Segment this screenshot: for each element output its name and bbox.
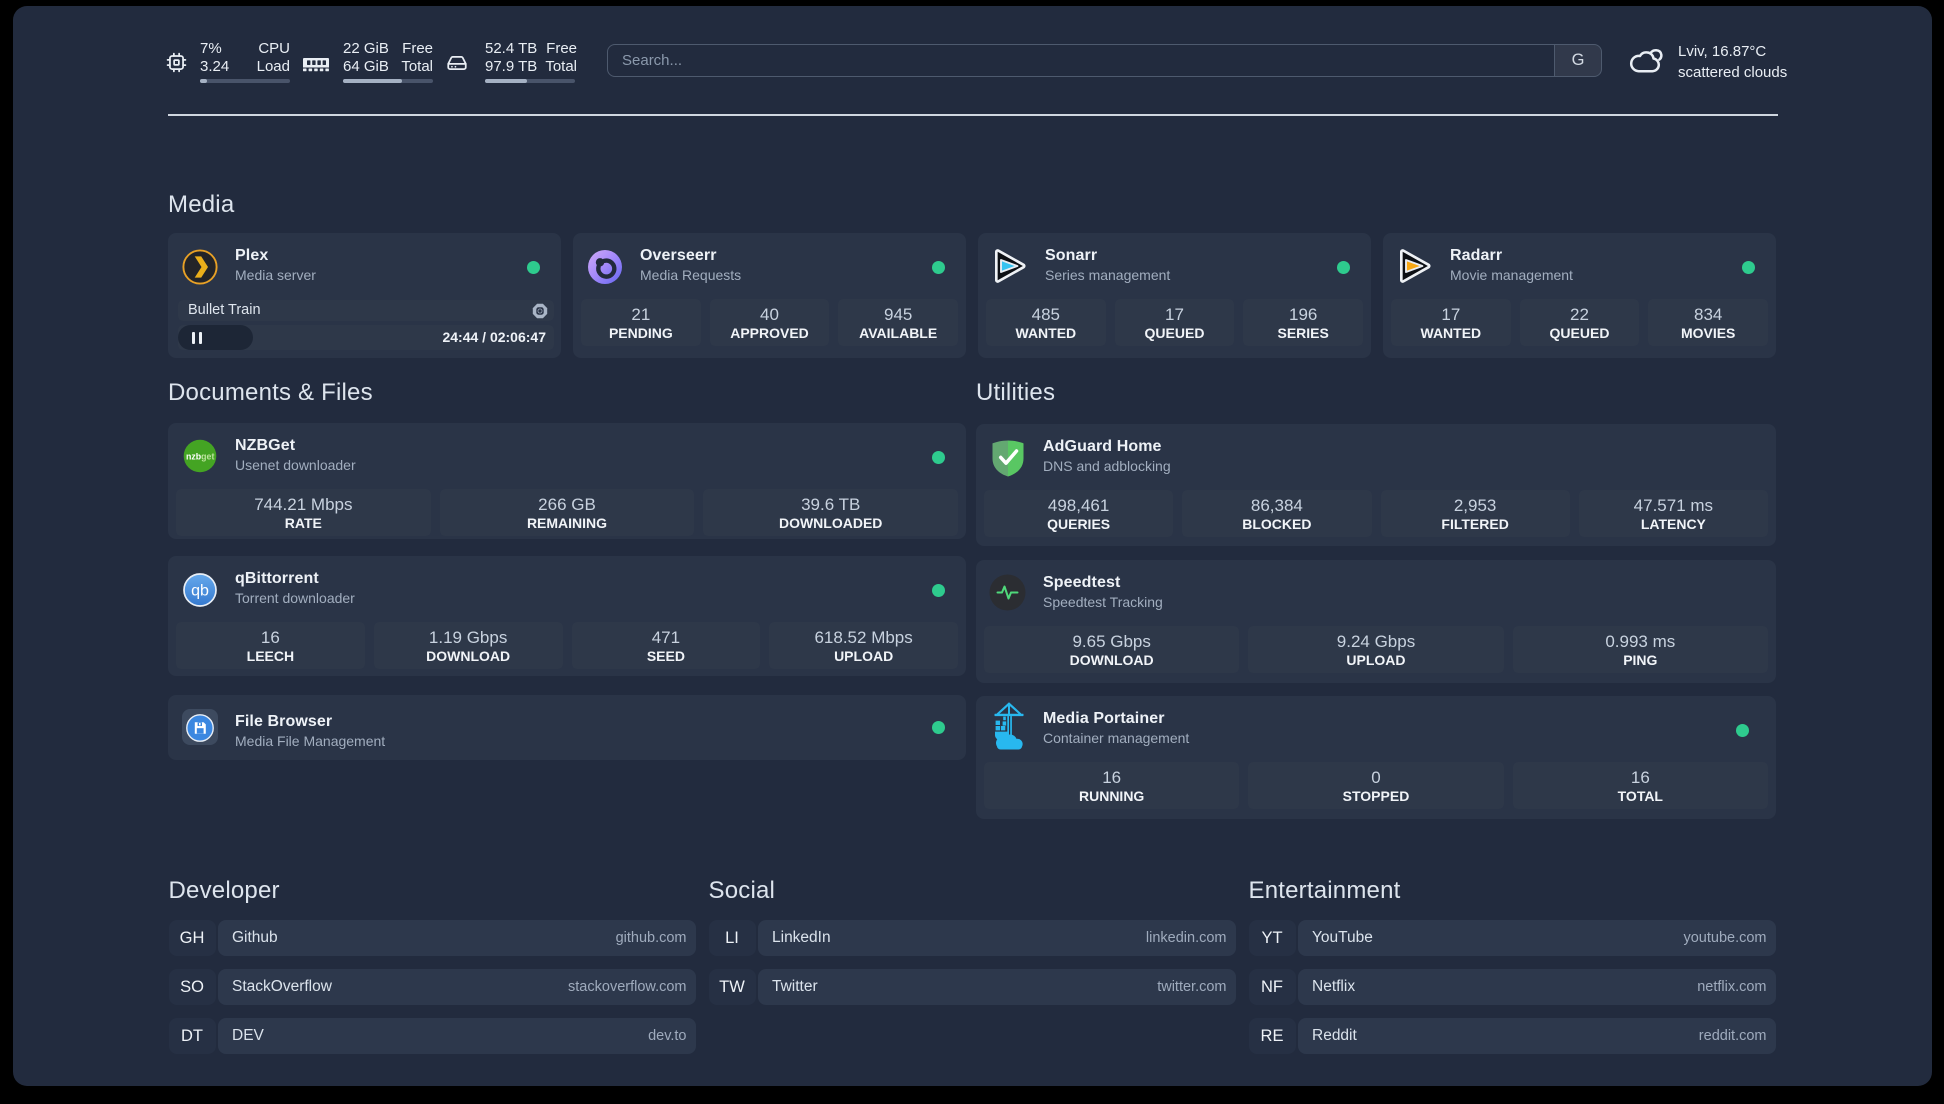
svg-text:qb: qb xyxy=(191,583,209,600)
svg-text:nzbget: nzbget xyxy=(186,451,214,461)
